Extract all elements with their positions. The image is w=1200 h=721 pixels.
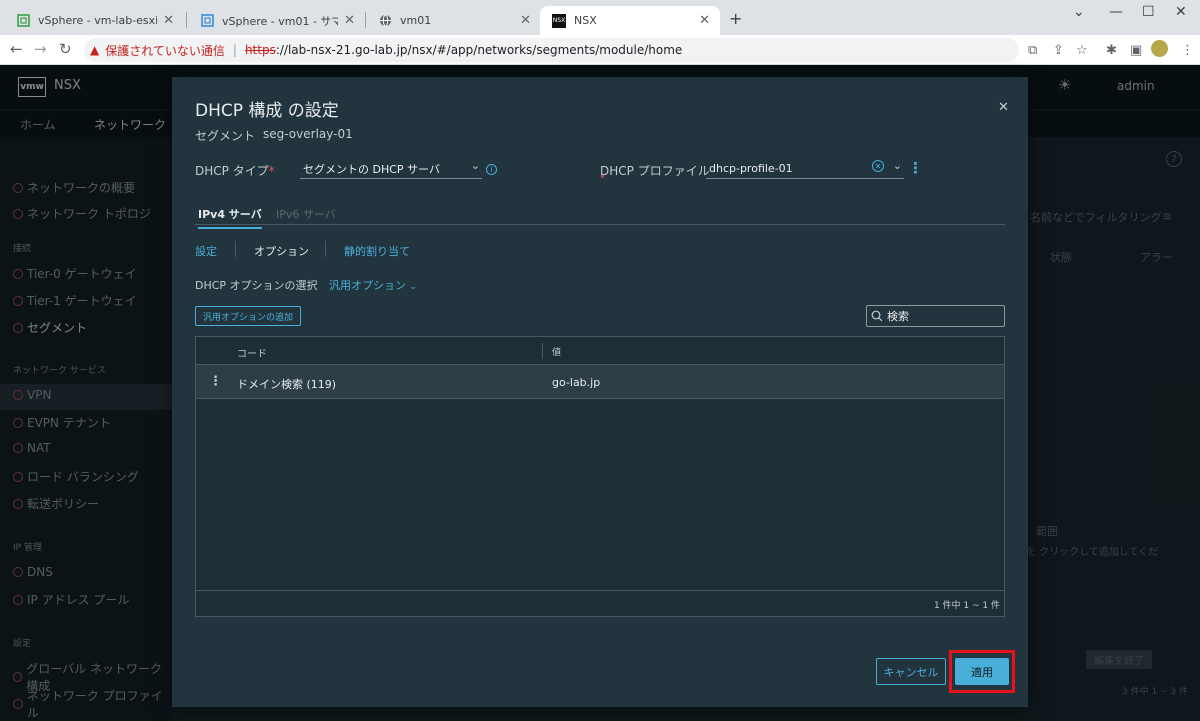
back-icon[interactable]: ←: [10, 40, 23, 58]
address-bar: ← → ↻ ▲ 保護されていない通信 | https ://lab-nsx-21…: [0, 35, 1200, 65]
reload-icon[interactable]: ↻: [59, 40, 72, 58]
subtab-static-bindings[interactable]: 静的割り当て: [344, 243, 410, 259]
subtab-settings[interactable]: 設定: [195, 243, 217, 259]
browser-tab-nsx[interactable]: NSX NSX ✕: [540, 6, 720, 35]
chevron-down-icon: ⌄: [409, 282, 418, 292]
cell-code: ドメイン検索 (119): [237, 378, 337, 391]
minimize-icon[interactable]: —: [1109, 4, 1123, 20]
url-scheme: https: [244, 43, 276, 57]
close-icon[interactable]: ✕: [998, 100, 1009, 115]
browser-tab-vsphere-vm01[interactable]: vSphere - vm01 - サマリ ✕: [188, 6, 365, 35]
tab-search-icon[interactable]: ⌄: [1073, 4, 1085, 20]
dhcp-profile-select[interactable]: dhcp-profile-01 ✕ ⌄: [706, 159, 904, 179]
profile-avatar[interactable]: [1151, 40, 1168, 57]
option-select-dropdown[interactable]: 汎用オプション ⌄: [329, 277, 417, 293]
warning-icon: ▲: [90, 43, 100, 57]
url-text: ://lab-nsx-21.go-lab.jp/nsx/#/app/networ…: [275, 43, 683, 57]
vsphere-icon: [200, 14, 214, 28]
table-footer: 1 件中 1 ~ 1 件: [196, 590, 1004, 616]
bookmark-star-icon[interactable]: ☆: [1076, 43, 1088, 58]
segment-value: seg-overlay-01: [263, 127, 353, 141]
close-tab-icon[interactable]: ✕: [520, 13, 531, 28]
url-field[interactable]: ▲ 保護されていない通信 | https ://lab-nsx-21.go-la…: [84, 38, 1019, 62]
security-warning[interactable]: 保護されていない通信: [105, 42, 225, 59]
chevron-down-icon: ⌄: [470, 159, 480, 172]
add-generic-option-button[interactable]: 汎用オプションの追加: [195, 306, 301, 326]
search-input[interactable]: 検索: [866, 305, 1005, 327]
column-code[interactable]: コード: [237, 345, 267, 360]
browser-tab-bar: vSphere - vm-lab-esxi-192.168.1 ✕ vSpher…: [0, 0, 1200, 35]
segment-label: セグメント: [195, 129, 256, 143]
new-tab-icon[interactable]: +: [729, 9, 742, 28]
pagination-text: 1 件中 1 ~ 1 件: [933, 601, 1000, 611]
share-icon[interactable]: ⇪: [1053, 43, 1064, 58]
table-row[interactable]: ⋮ ドメイン検索 (119) go-lab.jp: [196, 365, 1004, 399]
row-actions-icon[interactable]: ⋮: [209, 374, 222, 389]
search-icon: [871, 310, 883, 322]
options-table: コード 値 ⋮ ドメイン検索 (119) go-lab.jp 1 件中 1 ~ …: [195, 336, 1005, 617]
translate-icon[interactable]: ⧉: [1028, 43, 1037, 58]
chevron-down-icon: ⌄: [892, 159, 902, 172]
browser-menu-icon[interactable]: ⋮: [1181, 43, 1194, 58]
highlight-box: [949, 650, 1015, 693]
dhcp-profile-label: DHCP プロファイル: [600, 164, 710, 178]
tab-ipv4-server[interactable]: IPv4 サーバ: [198, 206, 262, 229]
option-select-label: DHCP オプションの選択: [195, 279, 318, 292]
extensions-icon[interactable]: ✱: [1106, 43, 1117, 58]
dhcp-type-select[interactable]: セグメントの DHCP サーバ ⌄: [300, 159, 482, 179]
forward-icon[interactable]: →: [34, 40, 47, 58]
subtab-options[interactable]: オプション: [254, 243, 309, 259]
dialog-title: DHCP 構成 の設定: [195, 101, 339, 121]
close-tab-icon[interactable]: ✕: [163, 13, 174, 28]
browser-tab-vsphere-esxi[interactable]: vSphere - vm-lab-esxi-192.168.1 ✕: [4, 6, 184, 35]
column-value[interactable]: 値: [552, 345, 561, 358]
cell-value: go-lab.jp: [552, 376, 601, 389]
more-actions-icon[interactable]: ⋮: [908, 159, 923, 177]
clear-icon[interactable]: ✕: [872, 160, 884, 172]
globe-icon: [378, 14, 392, 28]
close-window-icon[interactable]: ✕: [1175, 4, 1187, 20]
dhcp-config-dialog: DHCP 構成 の設定 ✕ セグメント seg-overlay-01 DHCP …: [172, 77, 1028, 707]
table-header: コード 値: [196, 337, 1004, 365]
vsphere-icon: [16, 14, 30, 28]
info-icon[interactable]: i: [486, 164, 497, 175]
cancel-button[interactable]: キャンセル: [876, 658, 946, 685]
dhcp-type-label: DHCP タイプ*: [195, 164, 275, 178]
close-tab-icon[interactable]: ✕: [699, 13, 710, 28]
tab-ipv6-server[interactable]: IPv6 サーバ: [276, 206, 336, 222]
close-tab-icon[interactable]: ✕: [344, 13, 355, 28]
maximize-icon[interactable]: ☐: [1142, 4, 1155, 20]
sidepanel-icon[interactable]: ▣: [1130, 43, 1142, 58]
nsx-icon: NSX: [552, 13, 566, 28]
browser-tab-vm01[interactable]: vm01 ✕: [366, 6, 541, 35]
